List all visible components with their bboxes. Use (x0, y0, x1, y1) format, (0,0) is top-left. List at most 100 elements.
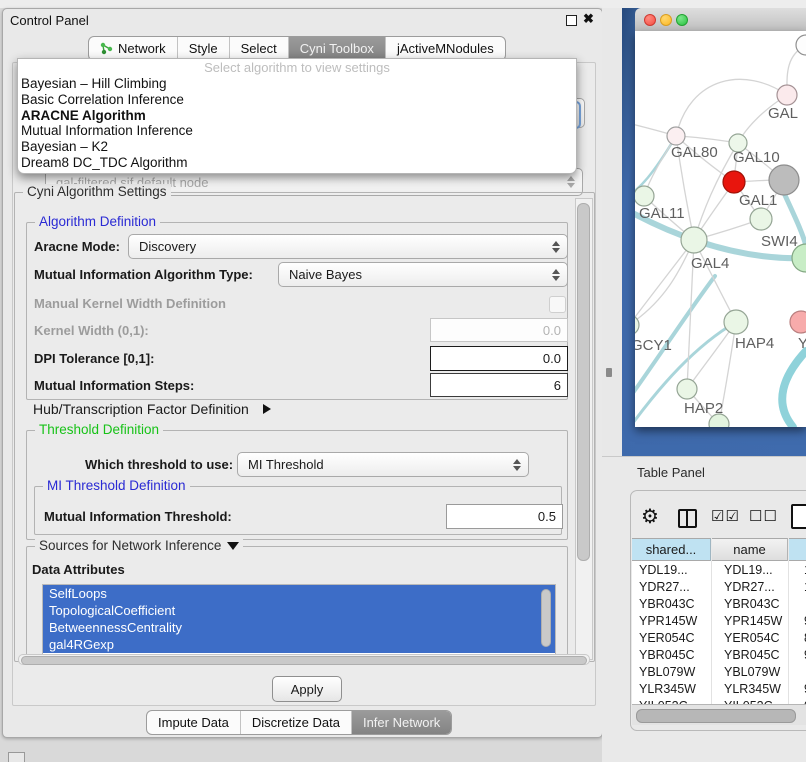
tab-infer-network[interactable]: Infer Network (351, 711, 451, 734)
tab-discretize-data[interactable]: Discretize Data (240, 711, 351, 734)
node-label: GAL4 (691, 255, 729, 272)
table-horizontal-scrollbar[interactable] (632, 704, 806, 725)
tab-discretize-data-label: Discretize Data (252, 715, 340, 730)
cell-value (801, 596, 806, 613)
node-y-clipped[interactable] (790, 311, 806, 333)
collapsed-arrow-icon[interactable] (263, 404, 271, 414)
table-row[interactable]: YDR27...YDR27...12 (632, 579, 806, 596)
settings-vertical-scrollbar[interactable] (575, 198, 593, 660)
close-traffic-light-icon[interactable] (644, 14, 656, 26)
column-header-clipped[interactable] (789, 538, 806, 561)
network-graph: GAL GAL80 GAL10 GAL11 GAL1 SWI4 GAL4 GCY… (635, 31, 806, 427)
kernel-width-field[interactable]: 0.0 (430, 318, 568, 342)
node-label: GCY1 (635, 337, 672, 354)
list-item[interactable]: gal4RGexp (43, 636, 555, 653)
columns-icon[interactable] (678, 509, 697, 528)
cell-value: 9. (801, 681, 806, 698)
list-item[interactable]: TopologicalCoefficient (43, 602, 555, 619)
node-label: HAP4 (735, 335, 774, 352)
cyni-bottom-tabbar: Impute Data Discretize Data Infer Networ… (146, 710, 452, 735)
node-label: GAL1 (739, 192, 777, 209)
node-unlabeled[interactable] (796, 35, 806, 55)
tab-network[interactable]: Network (89, 37, 177, 60)
column-header-name[interactable]: name (712, 538, 788, 561)
node-gal11[interactable] (635, 186, 654, 206)
node-gal-clipped[interactable] (777, 85, 797, 105)
combobox-arrows-icon (509, 459, 528, 471)
mi-steps-field[interactable]: 6 (430, 373, 568, 397)
minimize-traffic-light-icon[interactable] (660, 14, 672, 26)
menu-item[interactable]: Mutual Information Inference (18, 123, 576, 139)
mi-steps-label: Mutual Information Steps: (34, 378, 194, 394)
settings-vertical-scrollbar-thumb[interactable] (577, 203, 590, 561)
table-row[interactable]: YLR345WYLR345W9. (632, 681, 806, 698)
column-header-label: shared... (646, 542, 697, 557)
mi-threshold-field[interactable]: 0.5 (446, 504, 563, 529)
tab-style[interactable]: Style (177, 37, 229, 60)
menu-item[interactable]: Dream8 DC_TDC Algorithm (18, 155, 576, 171)
menu-item[interactable]: Basic Correlation Inference (18, 92, 576, 108)
list-item[interactable]: SelfLoops (43, 585, 555, 602)
table-body[interactable]: YDL19...YDL19...13 YDR27...YDR27...12 YB… (632, 561, 806, 704)
menu-item[interactable]: Bayesian – Hill Climbing (18, 76, 576, 92)
node-hap2[interactable] (677, 379, 697, 399)
aracne-mode-combobox[interactable]: Discovery (128, 234, 568, 259)
node-swi4[interactable] (750, 208, 772, 230)
threshold-definition-title: Threshold Definition (35, 422, 163, 437)
list-scrollbar-thumb[interactable] (541, 589, 551, 647)
data-attributes-list[interactable]: SelfLoops TopologicalCoefficient Between… (42, 584, 556, 656)
close-icon[interactable]: ✖ (583, 11, 594, 27)
tab-impute-data[interactable]: Impute Data (147, 711, 240, 734)
node-gal4[interactable] (681, 227, 707, 253)
tab-jactivemnodules[interactable]: jActiveMNodules (385, 37, 505, 60)
checked-columns-icon[interactable]: ☑☑ (711, 507, 740, 525)
table-horizontal-scrollbar-thumb[interactable] (636, 709, 796, 723)
cell-shared-name: YBR045C (632, 647, 717, 664)
maximize-traffic-light-icon[interactable] (676, 14, 688, 26)
list-item[interactable]: BetweennessCentrality (43, 619, 555, 636)
table-row[interactable]: YBR045CYBR045C9. (632, 647, 806, 664)
expanded-arrow-icon[interactable] (227, 542, 239, 550)
aracne-mode-label: Aracne Mode: (34, 239, 120, 255)
document-icon[interactable] (791, 504, 806, 529)
menu-item[interactable]: Bayesian – K2 (18, 139, 576, 155)
apply-button[interactable]: Apply (272, 676, 342, 702)
cell-value (801, 664, 806, 681)
network-canvas[interactable]: GAL GAL80 GAL10 GAL11 GAL1 SWI4 GAL4 GCY… (635, 31, 806, 427)
node-gal80[interactable] (667, 127, 685, 145)
dpi-tolerance-field[interactable]: 0.0 (430, 346, 568, 371)
which-threshold-combobox[interactable]: MI Threshold (237, 452, 529, 477)
divider-handle-icon[interactable] (606, 368, 612, 377)
settings-horizontal-scrollbar-thumb[interactable] (21, 656, 587, 665)
menu-item-selected[interactable]: ARACNE Algorithm (18, 108, 576, 124)
application-root: Control Panel ✖ Network Style Select Cyn… (0, 0, 806, 762)
tab-select[interactable]: Select (229, 37, 288, 60)
minimized-panel-icon[interactable] (8, 752, 25, 762)
float-window-icon[interactable] (566, 15, 577, 26)
gear-icon[interactable]: ⚙ (641, 505, 659, 529)
table-row[interactable]: YBL079WYBL079W (632, 664, 806, 681)
table-row[interactable]: YER054CYER054C8. (632, 630, 806, 647)
node-hap4[interactable] (724, 310, 748, 334)
unchecked-columns-icon[interactable]: ☐☐ (749, 507, 778, 525)
cell-name: YBR045C (717, 647, 801, 664)
table-row[interactable]: YPR145WYPR145W9. (632, 613, 806, 630)
cell-name: YBR043C (717, 596, 801, 613)
hub-tf-definition-toggle[interactable]: Hub/Transcription Factor Definition (33, 401, 271, 417)
table-row[interactable]: YDL19...YDL19...13 (632, 562, 806, 579)
node-label: Y (798, 335, 806, 352)
network-icon (100, 42, 113, 55)
split-pane-divider[interactable] (602, 8, 622, 456)
table-row[interactable]: YBR043CYBR043C (632, 596, 806, 613)
settings-horizontal-scrollbar[interactable] (18, 654, 590, 665)
kernel-width-value: 0.0 (543, 323, 561, 338)
node-gal1-red[interactable] (723, 171, 745, 193)
manual-kernel-checkbox[interactable] (549, 296, 566, 313)
cell-shared-name: YBL079W (632, 664, 717, 681)
mi-type-value: Naive Bayes (289, 267, 362, 282)
node-gray[interactable] (769, 165, 799, 195)
tab-cyni-toolbox[interactable]: Cyni Toolbox (288, 37, 385, 60)
mi-algorithm-type-combobox[interactable]: Naive Bayes (278, 262, 568, 287)
network-nodes (635, 35, 806, 427)
column-header-shared-name[interactable]: shared... (632, 538, 711, 561)
